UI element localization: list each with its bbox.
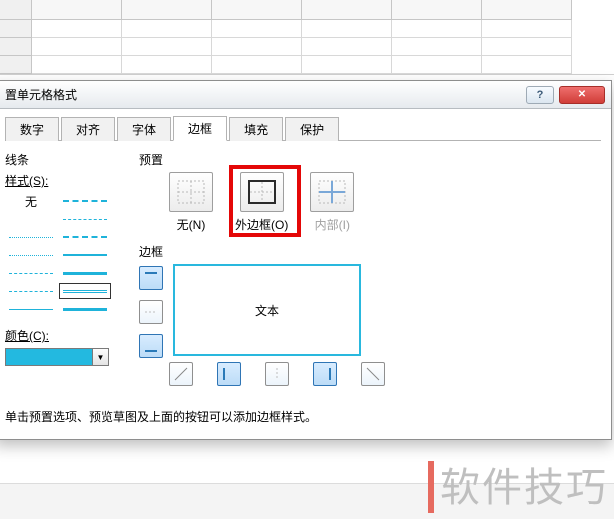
- tab-border[interactable]: 边框: [173, 116, 227, 141]
- line-group-label: 线条: [5, 151, 125, 168]
- border-vmid-button[interactable]: [265, 362, 289, 386]
- line-style-opt[interactable]: [59, 265, 111, 281]
- help-icon: ?: [537, 89, 544, 101]
- presets-group-label: 预置: [139, 151, 601, 168]
- border-right-button[interactable]: [313, 362, 337, 386]
- line-style-opt[interactable]: [5, 265, 57, 281]
- format-cells-dialog: 置单元格格式 ? ✕ 数字 对齐 字体 边框 填充 保护 线条 样式(S):: [0, 80, 612, 440]
- color-label: 颜色(C):: [5, 327, 125, 344]
- tab-number[interactable]: 数字: [5, 117, 59, 141]
- line-style-grid: 无: [5, 193, 125, 317]
- line-style-opt[interactable]: [59, 193, 111, 209]
- border-top-button[interactable]: [139, 266, 163, 290]
- tab-protect[interactable]: 保护: [285, 117, 339, 141]
- bottom-strip: [0, 483, 614, 519]
- line-style-opt[interactable]: [59, 211, 111, 227]
- hint-text: 单击预置选项、预览草图及上面的按钮可以添加边框样式。: [5, 408, 601, 425]
- border-left-button[interactable]: [217, 362, 241, 386]
- preset-outline-icon: [240, 172, 284, 212]
- titlebar[interactable]: 置单元格格式 ? ✕: [0, 81, 611, 109]
- color-picker[interactable]: ▼: [5, 348, 125, 366]
- line-style-opt-selected[interactable]: [59, 283, 111, 299]
- line-style-none[interactable]: 无: [5, 193, 57, 209]
- line-style-opt[interactable]: [59, 229, 111, 245]
- preset-none[interactable]: 无(N): [169, 172, 213, 233]
- preset-inside-icon: [310, 172, 354, 212]
- border-group-label: 边框: [139, 243, 601, 260]
- line-style-label: 样式(S):: [5, 172, 125, 189]
- line-style-opt[interactable]: [5, 211, 57, 227]
- tab-font[interactable]: 字体: [117, 117, 171, 141]
- help-button[interactable]: ?: [526, 86, 554, 104]
- preset-outline[interactable]: 外边框(O): [235, 172, 288, 233]
- line-style-opt[interactable]: [5, 301, 57, 317]
- close-icon: ✕: [578, 89, 586, 100]
- close-button[interactable]: ✕: [559, 86, 605, 104]
- preset-inside[interactable]: 内部(I): [310, 172, 354, 233]
- color-swatch: [5, 348, 93, 366]
- dialog-title: 置单元格格式: [5, 86, 77, 103]
- line-style-opt[interactable]: [5, 247, 57, 263]
- tab-strip: 数字 对齐 字体 边框 填充 保护: [5, 117, 601, 141]
- preset-inside-label: 内部(I): [315, 216, 350, 233]
- preset-none-label: 无(N): [177, 216, 206, 233]
- preset-none-icon: [169, 172, 213, 212]
- line-style-opt[interactable]: [59, 247, 111, 263]
- border-diag-up-button[interactable]: [169, 362, 193, 386]
- line-style-opt[interactable]: [59, 301, 111, 317]
- spreadsheet-background: [0, 0, 614, 75]
- preset-outline-label: 外边框(O): [235, 216, 288, 233]
- border-bottom-button[interactable]: [139, 334, 163, 358]
- border-hmid-button[interactable]: [139, 300, 163, 324]
- tab-fill[interactable]: 填充: [229, 117, 283, 141]
- border-preview: 文本: [173, 264, 361, 356]
- preview-text: 文本: [255, 302, 279, 319]
- border-diag-down-button[interactable]: [361, 362, 385, 386]
- tab-align[interactable]: 对齐: [61, 117, 115, 141]
- line-style-opt[interactable]: [5, 283, 57, 299]
- line-style-opt[interactable]: [5, 229, 57, 245]
- chevron-down-icon: ▼: [93, 348, 109, 366]
